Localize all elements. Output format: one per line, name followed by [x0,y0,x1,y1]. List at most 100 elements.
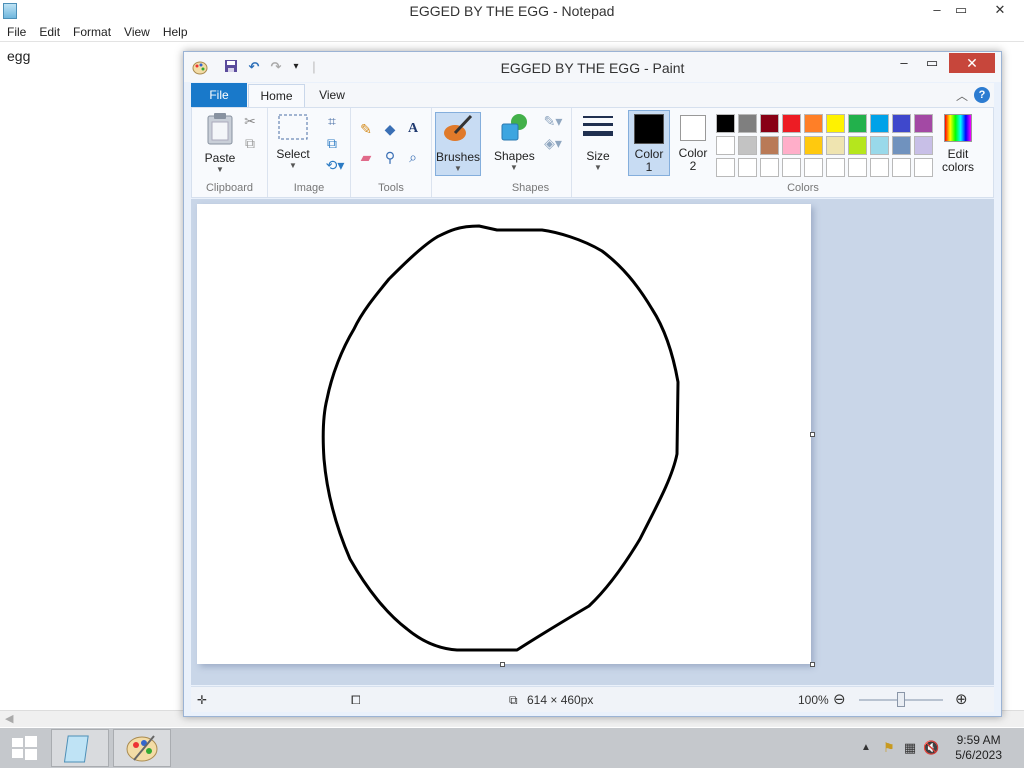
scroll-left-icon[interactable]: ◀ [5,712,13,725]
palette-swatch[interactable] [804,114,823,133]
size-button[interactable]: Size ▼ [578,112,618,172]
volume-muted-icon[interactable]: 🔇 [923,740,939,756]
resize-handle-bottom[interactable] [500,662,505,667]
palette-swatch[interactable] [738,114,757,133]
zoom-slider-thumb[interactable] [897,692,905,707]
notepad-close-button[interactable]: ✕ [980,0,1020,22]
palette-swatch[interactable] [716,114,735,133]
palette-swatch[interactable] [848,136,867,155]
size-group: Size ▼ [572,108,624,197]
color1-swatch [634,114,664,144]
pencil-icon[interactable]: ✎ [357,120,375,138]
palette-swatch[interactable] [738,136,757,155]
palette-swatch[interactable] [870,136,889,155]
palette-swatch[interactable] [760,136,779,155]
shapes-button[interactable]: Shapes ▼ [494,112,535,172]
canvas-workspace[interactable] [191,199,994,685]
palette-swatch[interactable] [870,114,889,133]
palette-swatch[interactable] [848,158,867,177]
copy-icon[interactable]: ⧉ [241,134,259,152]
start-button[interactable] [0,729,48,767]
help-icon[interactable]: ? [974,87,990,103]
palette-swatch[interactable] [804,136,823,155]
palette-swatch[interactable] [914,158,933,177]
palette-swatch[interactable] [914,136,933,155]
tab-view[interactable]: View [309,83,355,107]
zoom-in-button[interactable]: ⊕ [955,690,968,708]
show-hidden-icons-icon[interactable]: ▲ [858,740,874,756]
palette-swatch[interactable] [760,158,779,177]
color2-swatch [680,115,706,141]
notepad-menubar: File Edit Format View Help [0,22,1024,42]
brushes-button[interactable]: Brushes ▼ [435,112,481,176]
paint-taskbar-icon [126,735,158,762]
image-group: Select ▼ ⌗ ⧉ ⟲▾ Image [268,108,351,197]
color2-button[interactable]: Color 2 [674,110,712,176]
zoom-out-button[interactable]: ⊖ [833,690,846,708]
minimize-ribbon-icon[interactable]: ︿ [956,87,968,104]
menu-help[interactable]: Help [156,22,194,39]
clock[interactable]: 9:59 AM 5/6/2023 [955,733,1002,763]
palette-swatch[interactable] [716,136,735,155]
resize-icon[interactable]: ⧉ [323,134,341,152]
network-icon[interactable]: ▦ [902,740,918,756]
eraser-icon[interactable]: ▰ [357,148,375,166]
tools-group-label: Tools [378,182,404,194]
menu-file[interactable]: File [0,22,32,39]
clock-date: 5/6/2023 [955,748,1002,762]
color1-button[interactable]: Color 1 [628,110,670,176]
brushes-group: Brushes ▼ [432,108,490,197]
palette-swatch[interactable] [892,158,911,177]
palette-swatch[interactable] [716,158,735,177]
palette-swatch[interactable] [738,158,757,177]
palette-swatch[interactable] [782,158,801,177]
notepad-text-content[interactable]: egg [7,48,30,64]
select-button[interactable]: Select ▼ [274,112,312,170]
palette-swatch[interactable] [826,114,845,133]
taskbar-notepad-button[interactable] [51,729,109,767]
taskbar: ▲ ⚑ ▦ 🔇 9:59 AM 5/6/2023 [0,728,1024,768]
palette-swatch[interactable] [782,114,801,133]
palette-swatch[interactable] [760,114,779,133]
crop-icon[interactable]: ⌗ [323,112,341,130]
palette-swatch[interactable] [848,114,867,133]
palette-swatch[interactable] [826,136,845,155]
paint-close-button[interactable]: ✕ [949,53,995,73]
palette-swatch[interactable] [914,114,933,133]
color-picker-icon[interactable]: ⚲ [381,148,399,166]
palette-swatch[interactable] [782,136,801,155]
rotate-icon[interactable]: ⟲▾ [323,156,347,174]
shape-fill-icon[interactable]: ◈▾ [540,134,566,152]
resize-handle-right[interactable] [810,432,815,437]
resize-handle-corner[interactable] [810,662,815,667]
paint-maximize-button[interactable]: ▭ [919,53,945,73]
action-center-flag-icon[interactable]: ⚑ [881,740,897,756]
palette-swatch[interactable] [804,158,823,177]
edit-colors-button[interactable]: Edit colors [938,110,978,174]
fill-icon[interactable]: ◆ [381,120,399,138]
paint-titlebar[interactable]: ↶ ↷ ▾ | EGGED BY THE EGG - Paint – ▭ ✕ [184,52,1001,82]
tools-group: ✎ ◆ A ▰ ⚲ ⌕ Tools [351,108,432,197]
notepad-titlebar[interactable]: EGGED BY THE EGG - Notepad – ▭ ✕ [0,0,1024,22]
tab-file[interactable]: File [191,83,247,107]
paint-minimize-button[interactable]: – [891,53,917,73]
notepad-maximize-button[interactable]: ▭ [946,0,976,22]
menu-view[interactable]: View [117,22,156,39]
menu-edit[interactable]: Edit [32,22,66,39]
menu-format[interactable]: Format [66,22,117,39]
taskbar-paint-button[interactable] [113,729,171,767]
palette-swatch[interactable] [892,136,911,155]
paste-button[interactable]: Paste ▼ [200,112,240,174]
palette-swatch[interactable] [826,158,845,177]
clipboard-group-label: Clipboard [205,182,254,194]
tab-home[interactable]: Home [248,84,305,108]
edit-colors-label: Edit colors [941,147,974,174]
select-label: Select [276,147,310,161]
cut-icon[interactable]: ✂ [241,112,259,130]
outline-icon[interactable]: ✎▾ [540,112,566,130]
magnifier-icon[interactable]: ⌕ [404,148,422,166]
drawing-canvas[interactable] [197,204,811,664]
palette-swatch[interactable] [870,158,889,177]
palette-swatch[interactable] [892,114,911,133]
text-tool-icon[interactable]: A [404,120,422,138]
